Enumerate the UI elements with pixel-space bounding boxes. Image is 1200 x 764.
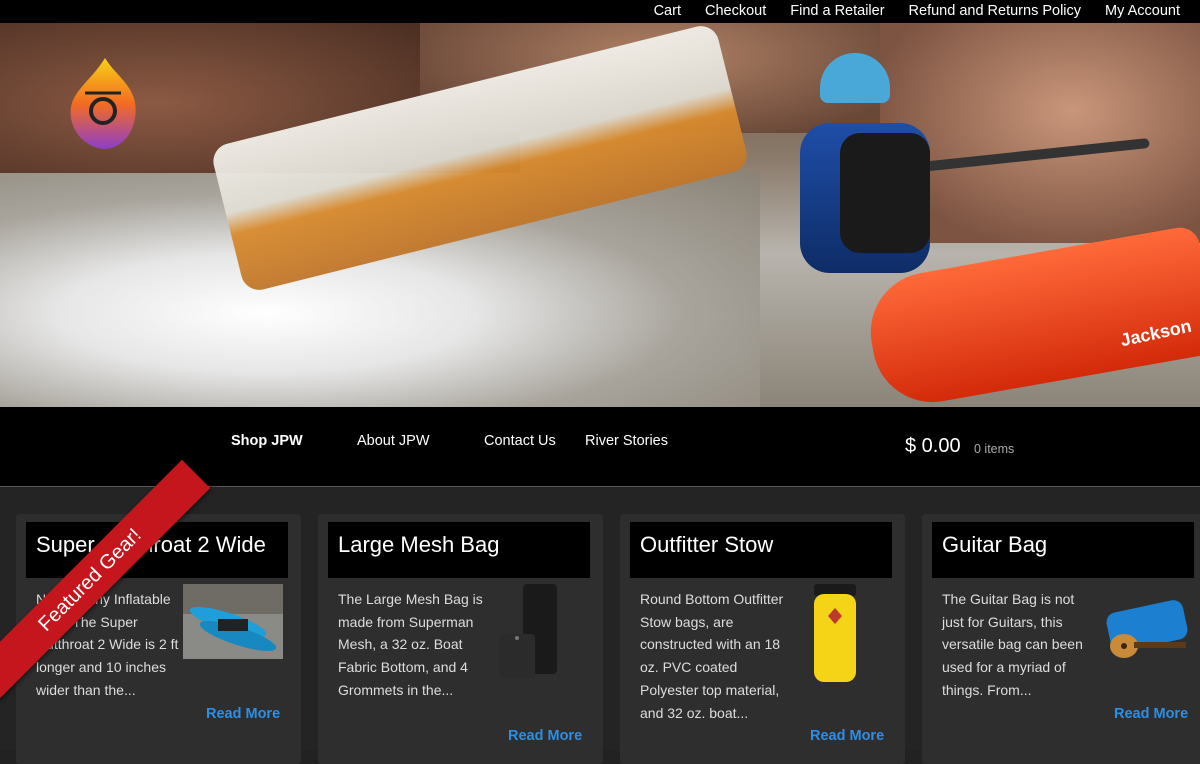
product-description: The Large Mesh Bag is made from Superman… [338,591,483,698]
cart-total[interactable]: $ 0.00 [905,435,961,458]
nav-about-jpw[interactable]: About JPW [357,433,430,449]
product-title-bar: Large Mesh Bag [328,522,590,578]
product-description: The Guitar Bag is not just for Guitars, … [942,591,1083,698]
product-title-bar: Guitar Bag [932,522,1194,578]
life-vest [840,133,930,253]
cart-item-count[interactable]: 0 items [974,442,1014,456]
nav-shop-jpw[interactable]: Shop JPW [231,433,303,449]
product-title[interactable]: Guitar Bag [942,532,1047,558]
my-account-link[interactable]: My Account [1105,3,1180,19]
checkout-link[interactable]: Checkout [705,3,766,19]
product-card: Guitar Bag The Guitar Bag is not just fo… [922,514,1200,764]
nav-contact-us[interactable]: Contact Us [484,433,556,449]
read-more-link[interactable]: Read More [1114,706,1188,722]
guitar-bag-product-image[interactable] [1102,600,1192,670]
stow-bag-product-image[interactable] [810,584,860,684]
read-more-link[interactable]: Read More [206,706,280,722]
refund-policy-link[interactable]: Refund and Returns Policy [909,3,1082,19]
read-more-link[interactable]: Read More [810,728,884,744]
helmet [820,53,890,103]
cataraft-product-image[interactable] [183,584,283,659]
top-nav-list: Cart Checkout Find a Retailer Refund and… [654,0,1180,23]
product-title-bar: Outfitter Stow [630,522,892,578]
brand-logo-icon[interactable] [55,53,155,153]
find-retailer-link[interactable]: Find a Retailer [790,3,884,19]
product-title[interactable]: Outfitter Stow [640,532,773,558]
product-card: Outfitter Stow Round Bottom Outfitter St… [620,514,905,764]
read-more-link[interactable]: Read More [508,728,582,744]
featured-products: Super Cutthroat 2 Wide Not just any Infl… [0,488,1200,764]
top-utility-bar: Cart Checkout Find a Retailer Refund and… [0,0,1200,23]
cart-link[interactable]: Cart [654,3,681,19]
hero-banner: Jackson [0,23,1200,407]
nav-river-stories[interactable]: River Stories [585,433,668,449]
rafter [780,53,940,283]
product-card: Large Mesh Bag The Large Mesh Bag is mad… [318,514,603,764]
product-title[interactable]: Large Mesh Bag [338,532,499,558]
mesh-bag-product-image[interactable] [495,582,565,682]
product-description: Round Bottom Outfitter Stow bags, are co… [640,591,784,721]
